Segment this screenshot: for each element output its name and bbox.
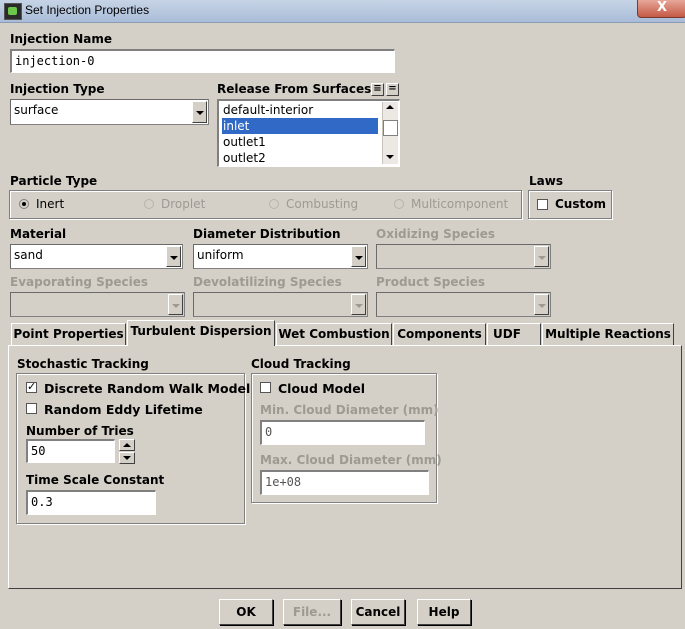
number-of-tries-value: 50	[31, 444, 46, 458]
chevron-down-icon[interactable]	[534, 294, 549, 315]
time-scale-constant-field[interactable]: 0.3	[26, 490, 156, 515]
ok-button[interactable]: OK	[219, 599, 273, 625]
random-eddy-lifetime-label[interactable]: Random Eddy Lifetime	[44, 402, 203, 417]
radio-droplet[interactable]	[144, 199, 154, 209]
list-scrollbar[interactable]	[382, 102, 398, 164]
devolatilizing-species-label: Devolatilizing Species	[193, 275, 342, 289]
min-cloud-diameter-field[interactable]: 0	[260, 420, 425, 445]
chevron-down-icon[interactable]	[166, 246, 181, 267]
injection-type-label: Injection Type	[10, 82, 105, 96]
custom-laws-checkbox[interactable]	[537, 199, 548, 210]
tab-multiple-reactions[interactable]: Multiple Reactions	[542, 323, 674, 345]
discrete-random-walk-checkbox[interactable]: ✓	[26, 380, 37, 393]
random-eddy-lifetime-checkbox[interactable]	[26, 403, 37, 414]
tab-components[interactable]: Components	[393, 323, 486, 345]
material-dropdown[interactable]: sand	[10, 244, 183, 269]
tab-udf[interactable]: UDF	[487, 323, 541, 345]
min-cloud-diameter-label: Min. Cloud Diameter (mm)	[260, 403, 439, 417]
max-cloud-diameter-label: Max. Cloud Diameter (mm)	[260, 453, 442, 467]
injection-type-dropdown[interactable]: surface	[10, 99, 209, 125]
material-value: sand	[14, 248, 43, 262]
max-cloud-diameter-value: 1e+08	[265, 475, 302, 489]
chevron-down-icon[interactable]	[351, 294, 366, 315]
chevron-down-icon[interactable]	[192, 101, 207, 123]
radio-inert-label[interactable]: Inert	[36, 197, 64, 211]
number-of-tries-field[interactable]: 50	[26, 439, 115, 463]
list-item-selected[interactable]: inlet	[222, 118, 378, 134]
cloud-model-checkbox[interactable]	[260, 382, 271, 393]
tab-turbulent-dispersion[interactable]: Turbulent Dispersion	[127, 320, 275, 346]
diameter-distribution-value: uniform	[197, 248, 244, 262]
stochastic-tracking-label: Stochastic Tracking	[17, 357, 149, 371]
scroll-down-icon[interactable]	[386, 155, 394, 159]
scroll-up-icon[interactable]	[386, 105, 394, 109]
oxidizing-species-dropdown[interactable]	[376, 244, 551, 269]
cloud-model-label[interactable]: Cloud Model	[278, 381, 365, 396]
select-all-icon[interactable]: ≡	[371, 83, 384, 96]
tab-point-properties[interactable]: Point Properties	[11, 323, 126, 345]
custom-laws-label[interactable]: Custom	[555, 197, 606, 211]
injection-name-field[interactable]: injection-0	[10, 49, 395, 73]
number-of-tries-label: Number of Tries	[26, 424, 134, 438]
cloud-tracking-label: Cloud Tracking	[251, 357, 351, 371]
devolatilizing-species-dropdown[interactable]	[193, 292, 368, 317]
list-item[interactable]: outlet1	[222, 134, 266, 150]
material-label: Material	[10, 227, 67, 241]
check-icon: ✓	[27, 380, 37, 393]
release-surfaces-label: Release From Surfaces	[217, 82, 372, 96]
list-item[interactable]: default-interior	[222, 102, 313, 118]
product-species-label: Product Species	[376, 275, 485, 289]
deselect-all-icon[interactable]: =	[386, 83, 399, 96]
list-item[interactable]: outlet2	[222, 150, 266, 166]
spin-down-button[interactable]	[119, 452, 135, 464]
laws-label: Laws	[529, 174, 563, 188]
arrow-up-icon	[123, 443, 131, 447]
particle-type-label: Particle Type	[10, 174, 98, 188]
close-button[interactable]: X	[637, 0, 685, 18]
app-icon	[4, 3, 22, 20]
help-button[interactable]: Help	[417, 599, 471, 625]
radio-multicomponent-label[interactable]: Multicomponent	[411, 197, 508, 211]
time-scale-constant-label: Time Scale Constant	[26, 473, 165, 487]
spin-up-button[interactable]	[119, 439, 135, 451]
tab-wet-combustion[interactable]: Wet Combustion	[276, 323, 392, 345]
injection-name-label: Injection Name	[10, 32, 112, 46]
chevron-down-icon[interactable]	[168, 294, 183, 315]
scroll-thumb[interactable]	[383, 120, 398, 136]
diameter-distribution-dropdown[interactable]: uniform	[193, 244, 368, 269]
evaporating-species-label: Evaporating Species	[10, 275, 149, 289]
release-surfaces-list[interactable]: default-interior inlet outlet1 outlet2	[217, 99, 400, 167]
arrow-down-icon	[123, 456, 131, 460]
chevron-down-icon[interactable]	[534, 246, 549, 267]
oxidizing-species-label: Oxidizing Species	[376, 227, 496, 241]
chevron-down-icon[interactable]	[351, 246, 366, 267]
radio-combusting-label[interactable]: Combusting	[286, 197, 358, 211]
window-title: Set Injection Properties	[25, 3, 150, 17]
radio-combusting[interactable]	[269, 199, 279, 209]
diameter-distribution-label: Diameter Distribution	[193, 227, 341, 241]
product-species-dropdown[interactable]	[376, 292, 551, 317]
radio-inert[interactable]	[19, 199, 29, 209]
max-cloud-diameter-field[interactable]: 1e+08	[260, 470, 429, 495]
injection-name-value: injection-0	[15, 54, 95, 68]
radio-droplet-label[interactable]: Droplet	[161, 197, 205, 211]
cancel-button[interactable]: Cancel	[351, 599, 405, 625]
min-cloud-diameter-value: 0	[265, 425, 273, 439]
time-scale-constant-value: 0.3	[31, 495, 53, 509]
discrete-random-walk-label[interactable]: Discrete Random Walk Model	[44, 381, 250, 396]
radio-multicomponent[interactable]	[394, 199, 404, 209]
file-button[interactable]: File...	[283, 599, 341, 625]
injection-type-value: surface	[14, 103, 59, 117]
evaporating-species-dropdown[interactable]	[10, 292, 185, 317]
